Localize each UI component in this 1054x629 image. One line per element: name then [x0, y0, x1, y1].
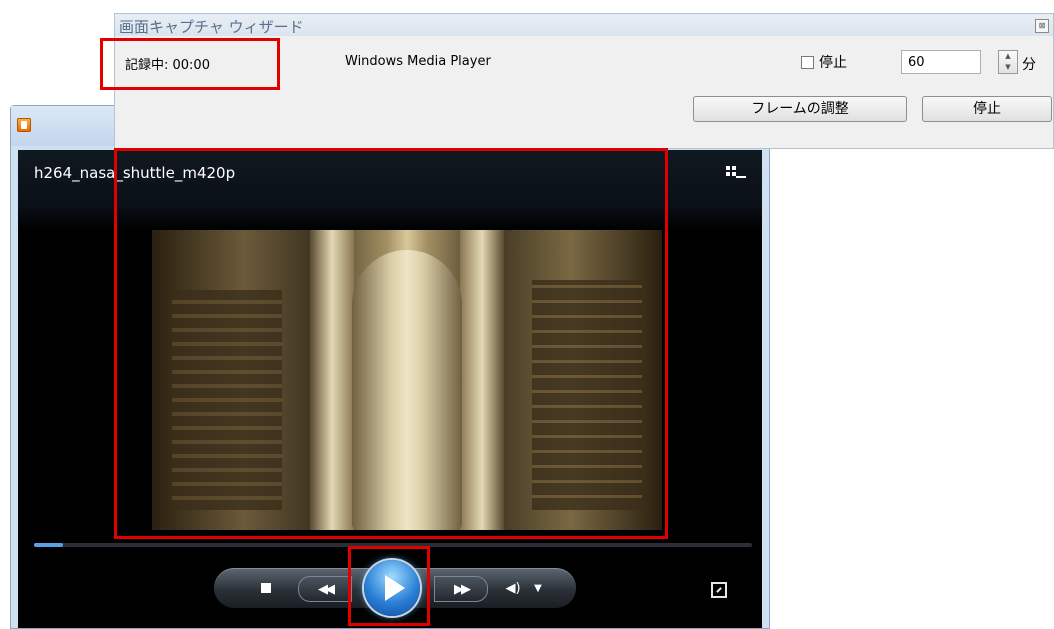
volume-dropdown[interactable]: ▼: [530, 580, 546, 596]
chevron-down-icon: ▼: [534, 582, 542, 594]
video-scene-tower-left: [172, 290, 282, 510]
player-header: h264_nasa_shuttle_m420p: [18, 150, 762, 230]
playback-controls: ◀◀ ▶▶ ◀) ▼: [214, 560, 576, 616]
minutes-unit-label: 分: [1022, 57, 1036, 73]
spin-up-icon[interactable]: ▲: [999, 51, 1017, 62]
rewind-icon: ◀◀: [318, 581, 335, 597]
stop-after-checkbox[interactable]: [801, 55, 814, 69]
spin-down-icon[interactable]: ▼: [999, 62, 1017, 73]
media-player-window: h264_nasa_shuttle_m420p ◀◀ ▶▶ ◀) ▼: [10, 105, 770, 629]
play-button[interactable]: [364, 560, 420, 616]
video-scene-orbiter: [352, 250, 462, 530]
capture-wizard-title: 画面キャプチャ ウィザード: [119, 18, 304, 36]
volume-button[interactable]: ◀): [502, 578, 524, 598]
stop-recording-button[interactable]: 停止: [922, 96, 1052, 122]
stop-button[interactable]: [258, 580, 274, 596]
stop-after-option[interactable]: 停止: [801, 52, 847, 72]
video-title: h264_nasa_shuttle_m420p: [34, 164, 236, 182]
stop-after-label: 停止: [819, 55, 847, 71]
rewind-button[interactable]: ◀◀: [298, 576, 352, 602]
media-player-icon: [17, 118, 31, 132]
recording-status: 記録中: 00:00: [125, 58, 210, 73]
switch-view-icon[interactable]: [726, 166, 746, 182]
seek-bar[interactable]: [34, 543, 752, 547]
fullscreen-icon[interactable]: [711, 582, 727, 598]
volume-icon: ◀): [505, 580, 521, 596]
adjust-frame-button[interactable]: フレームの調整: [693, 96, 907, 122]
fast-forward-icon: ▶▶: [454, 581, 471, 597]
minutes-spinner[interactable]: ▲ ▼: [998, 50, 1018, 74]
seek-bar-progress: [34, 543, 63, 547]
video-scene-booster-right: [460, 230, 504, 530]
minutes-input[interactable]: [901, 50, 981, 74]
close-icon[interactable]: ⊠: [1035, 19, 1049, 33]
video-frame[interactable]: [152, 230, 662, 530]
player-content: h264_nasa_shuttle_m420p ◀◀ ▶▶ ◀) ▼: [18, 150, 762, 628]
capture-target-app: Windows Media Player: [345, 54, 491, 69]
video-scene-tower-right: [532, 280, 642, 510]
video-scene-booster-left: [310, 230, 354, 530]
capture-wizard-titlebar[interactable]: 画面キャプチャ ウィザード ⊠: [115, 14, 1053, 36]
capture-wizard-window: 画面キャプチャ ウィザード ⊠ 記録中: 00:00 Windows Media…: [114, 13, 1054, 149]
fast-forward-button[interactable]: ▶▶: [434, 576, 488, 602]
